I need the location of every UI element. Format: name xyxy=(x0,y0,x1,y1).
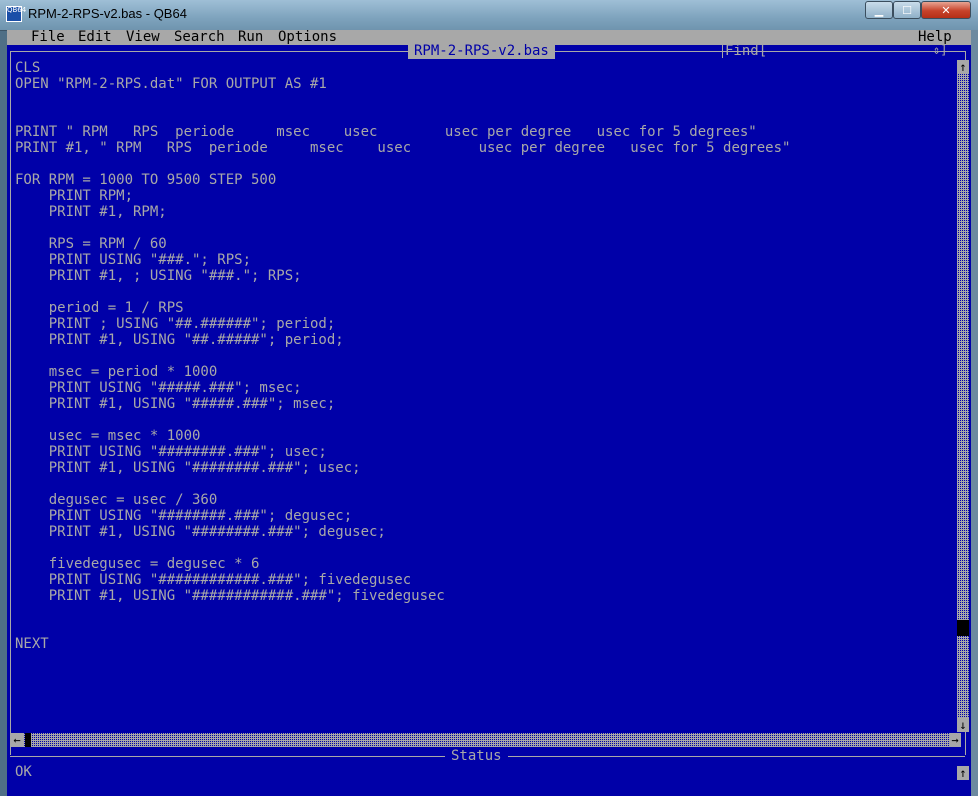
code-line[interactable]: PRINT USING "###."; RPS; xyxy=(15,252,251,268)
code-line[interactable]: PRINT USING "#####.###"; msec; xyxy=(15,380,302,396)
scroll-right-arrow-icon[interactable]: → xyxy=(949,733,961,747)
code-line[interactable]: PRINT #1, USING "########.###"; degusec; xyxy=(15,524,386,540)
code-line[interactable]: PRINT #1, USING "############.###"; five… xyxy=(15,588,445,604)
code-line[interactable]: CLS xyxy=(15,60,40,76)
vertical-scroll-thumb[interactable] xyxy=(957,620,969,636)
editor-frame-top xyxy=(10,51,408,52)
code-line[interactable]: PRINT #1, USING "##.#####"; period; xyxy=(15,332,344,348)
minimize-button[interactable]: ▁ xyxy=(865,1,893,19)
scroll-up-arrow-icon[interactable]: ↑ xyxy=(957,60,969,74)
status-scroll-up-arrow-icon[interactable]: ↑ xyxy=(957,766,969,780)
find-arrows-icon[interactable]: ⇕] xyxy=(933,43,947,57)
code-line[interactable]: PRINT " RPM RPS periode msec usec usec p… xyxy=(15,124,757,140)
scroll-down-arrow-icon[interactable]: ↓ xyxy=(957,718,969,732)
editor-frame-left xyxy=(10,51,11,755)
code-line[interactable]: RPS = RPM / 60 xyxy=(15,236,167,252)
code-line[interactable]: PRINT #1, RPM; xyxy=(15,204,167,220)
menu-search[interactable]: Search xyxy=(174,30,225,45)
code-line[interactable]: PRINT USING "########.###"; usec; xyxy=(15,444,327,460)
code-line[interactable]: PRINT USING "########.###"; degusec; xyxy=(15,508,352,524)
code-line[interactable]: msec = period * 1000 xyxy=(15,364,218,380)
horizontal-scrollbar[interactable] xyxy=(23,733,949,747)
window-title: RPM-2-RPS-v2.bas - QB64 xyxy=(28,6,187,21)
code-line[interactable]: usec = msec * 1000 xyxy=(15,428,201,444)
qb64-console: File Edit View Search Run Options Help R… xyxy=(7,30,971,796)
menu-edit[interactable]: Edit xyxy=(78,30,112,45)
close-button[interactable]: ✕ xyxy=(921,1,971,19)
qb64-app-icon: QB64 xyxy=(6,6,26,22)
menu-run[interactable]: Run xyxy=(238,30,263,45)
code-line[interactable]: degusec = usec / 360 xyxy=(15,492,218,508)
code-line[interactable]: FOR RPM = 1000 TO 9500 STEP 500 xyxy=(15,172,276,188)
menu-view[interactable]: View xyxy=(126,30,160,45)
menu-file[interactable]: File xyxy=(31,30,65,45)
code-line[interactable]: OPEN "RPM-2-RPS.dat" FOR OUTPUT AS #1 xyxy=(15,76,327,92)
code-line[interactable]: PRINT #1, ; USING "###."; RPS; xyxy=(15,268,302,284)
find-separator xyxy=(722,44,723,58)
maximize-button[interactable]: ☐ xyxy=(893,1,921,19)
code-line[interactable]: PRINT #1, " RPM RPS periode msec usec us… xyxy=(15,140,790,156)
status-message: OK xyxy=(15,764,32,780)
code-line[interactable]: fivedegusec = degusec * 6 xyxy=(15,556,260,572)
horizontal-scroll-thumb[interactable] xyxy=(25,733,31,747)
menu-options[interactable]: Options xyxy=(278,30,337,45)
code-line[interactable]: PRINT #1, USING "#####.###"; msec; xyxy=(15,396,336,412)
code-line[interactable]: NEXT xyxy=(15,636,49,652)
find-field[interactable]: Find[ xyxy=(725,43,955,59)
code-line[interactable]: PRINT ; USING "##.######"; period; xyxy=(15,316,336,332)
editor-file-tab[interactable]: RPM-2-RPS-v2.bas xyxy=(408,43,555,59)
code-line[interactable]: PRINT #1, USING "########.###"; usec; xyxy=(15,460,361,476)
code-line[interactable]: PRINT USING "############.###"; fivedegu… xyxy=(15,572,411,588)
window-title-bar[interactable]: QB64 RPM-2-RPS-v2.bas - QB64 ▁ ☐ ✕ xyxy=(0,0,978,31)
desktop-background xyxy=(971,30,978,796)
status-panel-title: Status xyxy=(445,748,508,764)
code-line[interactable]: PRINT RPM; xyxy=(15,188,133,204)
scroll-left-arrow-icon[interactable]: ← xyxy=(11,733,23,747)
code-line[interactable]: period = 1 / RPS xyxy=(15,300,184,316)
